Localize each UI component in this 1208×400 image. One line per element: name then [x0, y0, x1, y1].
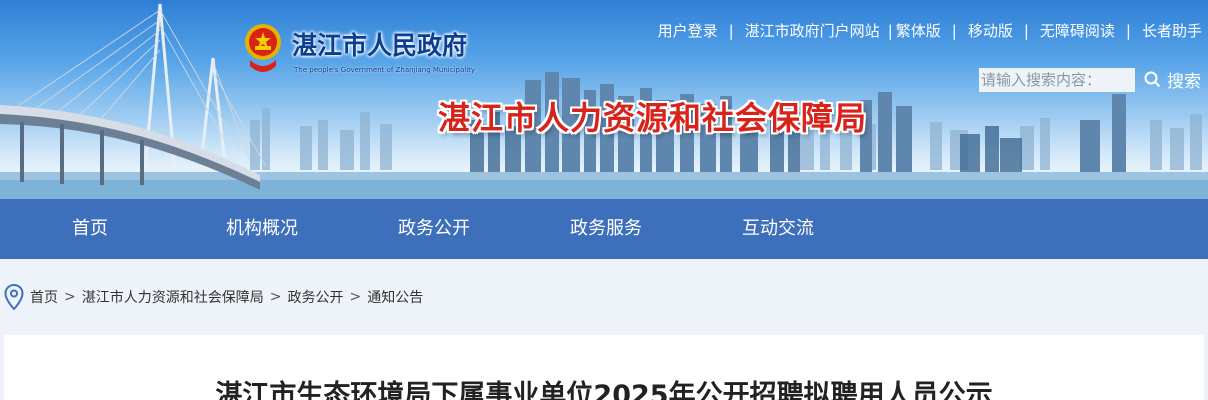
- breadcrumb-separator: >: [269, 289, 282, 305]
- link-separator: |: [1125, 21, 1131, 40]
- nav-item-interaction[interactable]: 互动交流: [742, 199, 814, 259]
- gov-name-en: The people's Government of Zhanjiang Mun…: [294, 66, 476, 74]
- breadcrumb-separator: >: [64, 289, 76, 305]
- traditional-chinese-link[interactable]: 繁体版: [896, 20, 941, 41]
- link-separator: |: [728, 21, 734, 40]
- breadcrumb-bureau[interactable]: 湛江市人力资源和社会保障局: [82, 287, 264, 307]
- nav-item-government-affairs-public[interactable]: 政务公开: [398, 199, 470, 259]
- link-separator: |: [951, 21, 957, 40]
- gov-name: 湛江市人民政府: [292, 31, 468, 60]
- search-button-label: 搜索: [1167, 72, 1201, 92]
- nav-item-government-services[interactable]: 政务服务: [570, 199, 642, 259]
- article-panel: 湛江市生态环境局下属事业单位2025年公开招聘拟聘用人员公示: [4, 335, 1204, 400]
- link-separator: |: [887, 21, 893, 40]
- gov-portal-link[interactable]: 湛江市政府门户网站: [745, 20, 880, 41]
- search-bar: 搜索: [979, 67, 1201, 92]
- main-nav: 首页 机构概况 政务公开 政务服务 互动交流: [0, 199, 1208, 259]
- link-separator: |: [1023, 21, 1029, 40]
- location-pin-icon: [4, 284, 24, 310]
- accessibility-link[interactable]: 无障碍阅读: [1040, 20, 1115, 41]
- mobile-version-link[interactable]: 移动版: [968, 20, 1013, 41]
- elderly-assistant-link[interactable]: 长者助手: [1142, 20, 1202, 41]
- nav-item-organization[interactable]: 机构概况: [226, 199, 298, 259]
- nav-item-home[interactable]: 首页: [72, 199, 108, 259]
- search-icon: [1144, 71, 1161, 88]
- national-emblem-icon: [245, 24, 281, 72]
- article-title: 湛江市生态环境局下属事业单位2025年公开招聘拟聘用人员公示: [215, 380, 993, 400]
- bureau-title: 湛江市人力资源和社会保障局: [438, 99, 868, 137]
- top-links: 用户登录 | 湛江市政府门户网站 | 繁体版 | 移动版 | 无障碍阅读 | 长…: [658, 20, 1202, 41]
- breadcrumb-home[interactable]: 首页: [30, 287, 58, 307]
- breadcrumb-separator: >: [349, 289, 362, 305]
- breadcrumb-government-affairs[interactable]: 政务公开: [287, 287, 343, 307]
- breadcrumb-notices[interactable]: 通知公告: [367, 287, 423, 307]
- breadcrumb: 首页 > 湛江市人力资源和社会保障局 > 政务公开 > 通知公告: [0, 259, 1208, 335]
- header-banner: 湛江市人民政府 The people's Government of Zhanj…: [0, 0, 1208, 199]
- search-button[interactable]: 搜索: [1144, 67, 1201, 92]
- search-input[interactable]: [979, 67, 1135, 92]
- login-link[interactable]: 用户登录: [658, 20, 718, 41]
